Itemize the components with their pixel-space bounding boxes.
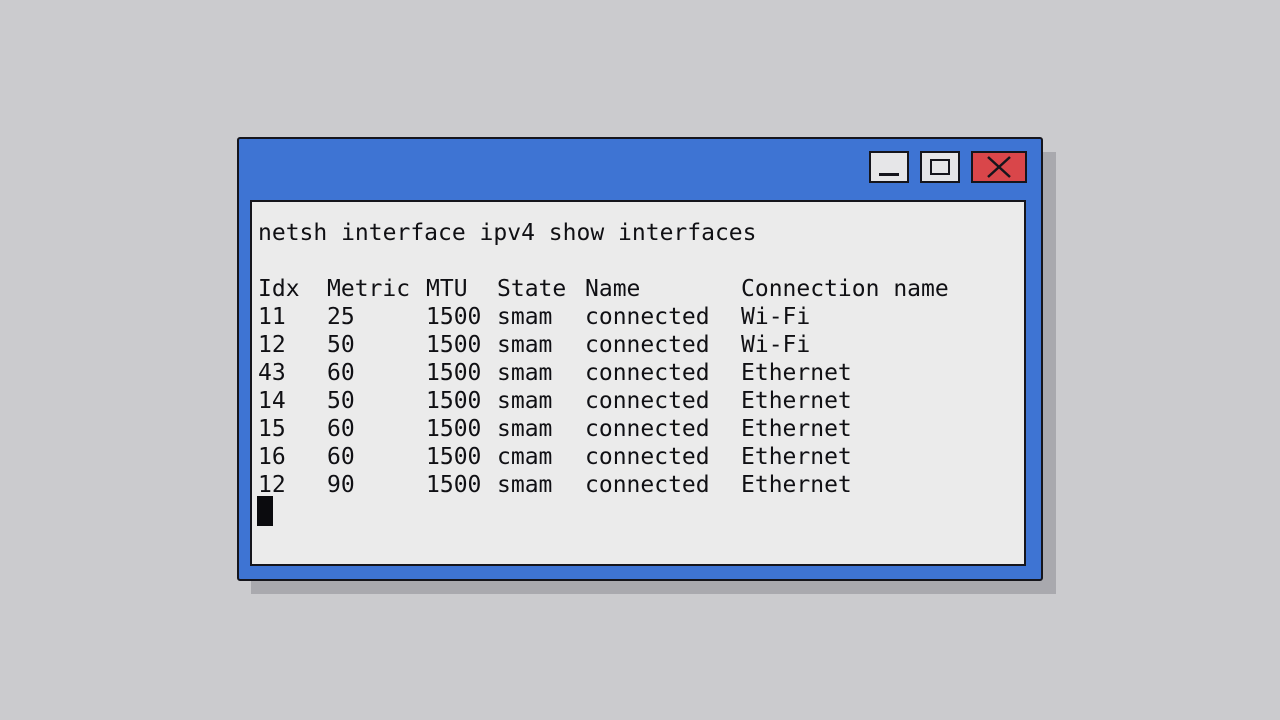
header-state: State — [497, 276, 567, 302]
cell-name: connected — [585, 304, 710, 330]
command-line: netsh interface ipv4 show interfaces — [258, 220, 757, 246]
cell-mtu: 1500 — [426, 444, 482, 470]
cell-metric: 60 — [327, 416, 355, 442]
cell-state: cmam — [497, 444, 553, 470]
header-connection-name: Connection name — [741, 276, 949, 302]
cell-name: connected — [585, 388, 710, 414]
cell-name: connected — [585, 472, 710, 498]
table-row: 16 60 1500 cmam connected Ethernet — [258, 443, 852, 471]
cell-idx: 14 — [258, 388, 286, 414]
cell-connection-name: Ethernet — [741, 444, 852, 470]
table-row: 14 50 1500 smam connected Ethernet — [258, 387, 852, 415]
cell-idx: 15 — [258, 416, 286, 442]
cell-connection-name: Ethernet — [741, 388, 852, 414]
terminal-window: netsh interface ipv4 show interfaces Idx… — [237, 137, 1043, 581]
cell-state: smam — [497, 472, 553, 498]
close-button[interactable] — [971, 151, 1027, 183]
table-row: 12 90 1500 smam connected Ethernet — [258, 471, 852, 499]
minimize-icon — [879, 173, 899, 176]
cell-mtu: 1500 — [426, 304, 482, 330]
maximize-icon — [930, 159, 950, 175]
header-mtu: MTU — [426, 276, 468, 302]
cell-metric: 60 — [327, 360, 355, 386]
cell-idx: 11 — [258, 304, 286, 330]
minimize-button[interactable] — [869, 151, 909, 183]
cell-idx: 16 — [258, 444, 286, 470]
table-row: 15 60 1500 smam connected Ethernet — [258, 415, 852, 443]
cell-metric: 50 — [327, 388, 355, 414]
text-cursor — [257, 496, 273, 526]
cell-state: smam — [497, 304, 553, 330]
header-name: Name — [585, 276, 641, 302]
cell-connection-name: Wi-Fi — [741, 304, 811, 330]
cell-state: smam — [497, 388, 553, 414]
cell-mtu: 1500 — [426, 332, 482, 358]
cell-state: smam — [497, 332, 553, 358]
table-header-row: Idx Metric MTU State Name Connection nam… — [258, 275, 949, 303]
header-idx: Idx — [258, 276, 300, 302]
table-row: 43 60 1500 smam connected Ethernet — [258, 359, 852, 387]
table-row: 12 50 1500 smam connected Wi-Fi — [258, 331, 810, 359]
cell-metric: 60 — [327, 444, 355, 470]
cell-metric: 25 — [327, 304, 355, 330]
table-row: 11 25 1500 smam connected Wi-Fi — [258, 303, 810, 331]
cell-idx: 43 — [258, 360, 286, 386]
cell-connection-name: Ethernet — [741, 360, 852, 386]
cell-name: connected — [585, 332, 710, 358]
cell-connection-name: Ethernet — [741, 472, 852, 498]
cell-idx: 12 — [258, 472, 286, 498]
terminal-output[interactable]: netsh interface ipv4 show interfaces Idx… — [250, 200, 1026, 566]
cell-metric: 90 — [327, 472, 355, 498]
cell-mtu: 1500 — [426, 360, 482, 386]
cell-connection-name: Wi-Fi — [741, 332, 811, 358]
cell-metric: 50 — [327, 332, 355, 358]
cell-name: connected — [585, 444, 710, 470]
cell-mtu: 1500 — [426, 416, 482, 442]
cell-name: connected — [585, 416, 710, 442]
cell-idx: 12 — [258, 332, 286, 358]
cell-state: smam — [497, 416, 553, 442]
cell-state: smam — [497, 360, 553, 386]
cell-mtu: 1500 — [426, 388, 482, 414]
close-icon — [987, 156, 1011, 178]
cell-mtu: 1500 — [426, 472, 482, 498]
maximize-button[interactable] — [920, 151, 960, 183]
header-metric: Metric — [327, 276, 411, 302]
cell-name: connected — [585, 360, 710, 386]
cell-connection-name: Ethernet — [741, 416, 852, 442]
